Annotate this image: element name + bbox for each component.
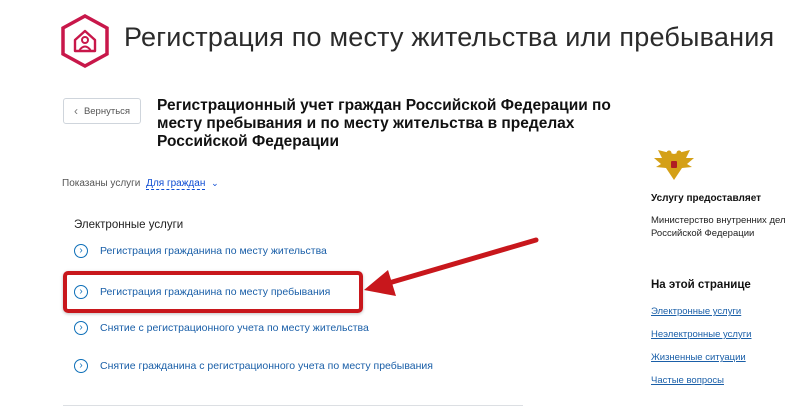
filter-dropdown[interactable]: Для граждан: [146, 178, 206, 190]
chevron-right-icon: ›: [74, 321, 88, 335]
annotation-arrow-icon: [364, 237, 539, 296]
service-link-label: Снятие гражданина с регистрационного уче…: [100, 360, 433, 372]
provider-heading: Услугу предоставляет: [651, 193, 762, 204]
service-subtitle: Регистрационный учет граждан Российской …: [157, 97, 611, 150]
section-title: Электронные услуги: [74, 219, 184, 231]
service-link[interactable]: › Снятие с регистрационного учета по мес…: [74, 321, 369, 335]
service-link-label: Регистрация гражданина по месту жительст…: [100, 245, 327, 257]
back-button[interactable]: ‹ Вернуться: [63, 98, 141, 124]
services-filter: Показаны услуги Для граждан ⌄: [62, 178, 219, 190]
on-page-link[interactable]: Частые вопросы: [651, 375, 724, 386]
filter-label: Показаны услуги: [62, 178, 141, 189]
house-person-icon[interactable]: [60, 14, 110, 68]
provider-name: Министерство внутренних дел Российской Ф…: [651, 215, 786, 239]
on-page-link[interactable]: Электронные услуги: [651, 306, 741, 317]
chevron-right-icon: ›: [74, 244, 88, 258]
highlight-box: [63, 271, 363, 313]
eagle-emblem-icon: [654, 150, 694, 180]
back-button-label: Вернуться: [83, 105, 131, 117]
chevron-right-icon: ›: [74, 359, 88, 373]
divider: [63, 405, 523, 406]
service-link-label: Снятие с регистрационного учета по месту…: [100, 322, 369, 334]
service-link[interactable]: › Регистрация гражданина по месту житель…: [74, 244, 327, 258]
service-link[interactable]: › Снятие гражданина с регистрационного у…: [74, 359, 433, 373]
on-page-link[interactable]: Неэлектронные услуги: [651, 329, 752, 340]
chevron-left-icon: ‹: [73, 104, 78, 118]
chevron-down-icon[interactable]: ⌄: [211, 178, 219, 188]
on-page-heading: На этой странице: [651, 279, 751, 291]
on-page-link[interactable]: Жизненные ситуации: [651, 352, 746, 363]
page-title: Регистрация по месту жительства или преб…: [124, 22, 775, 52]
